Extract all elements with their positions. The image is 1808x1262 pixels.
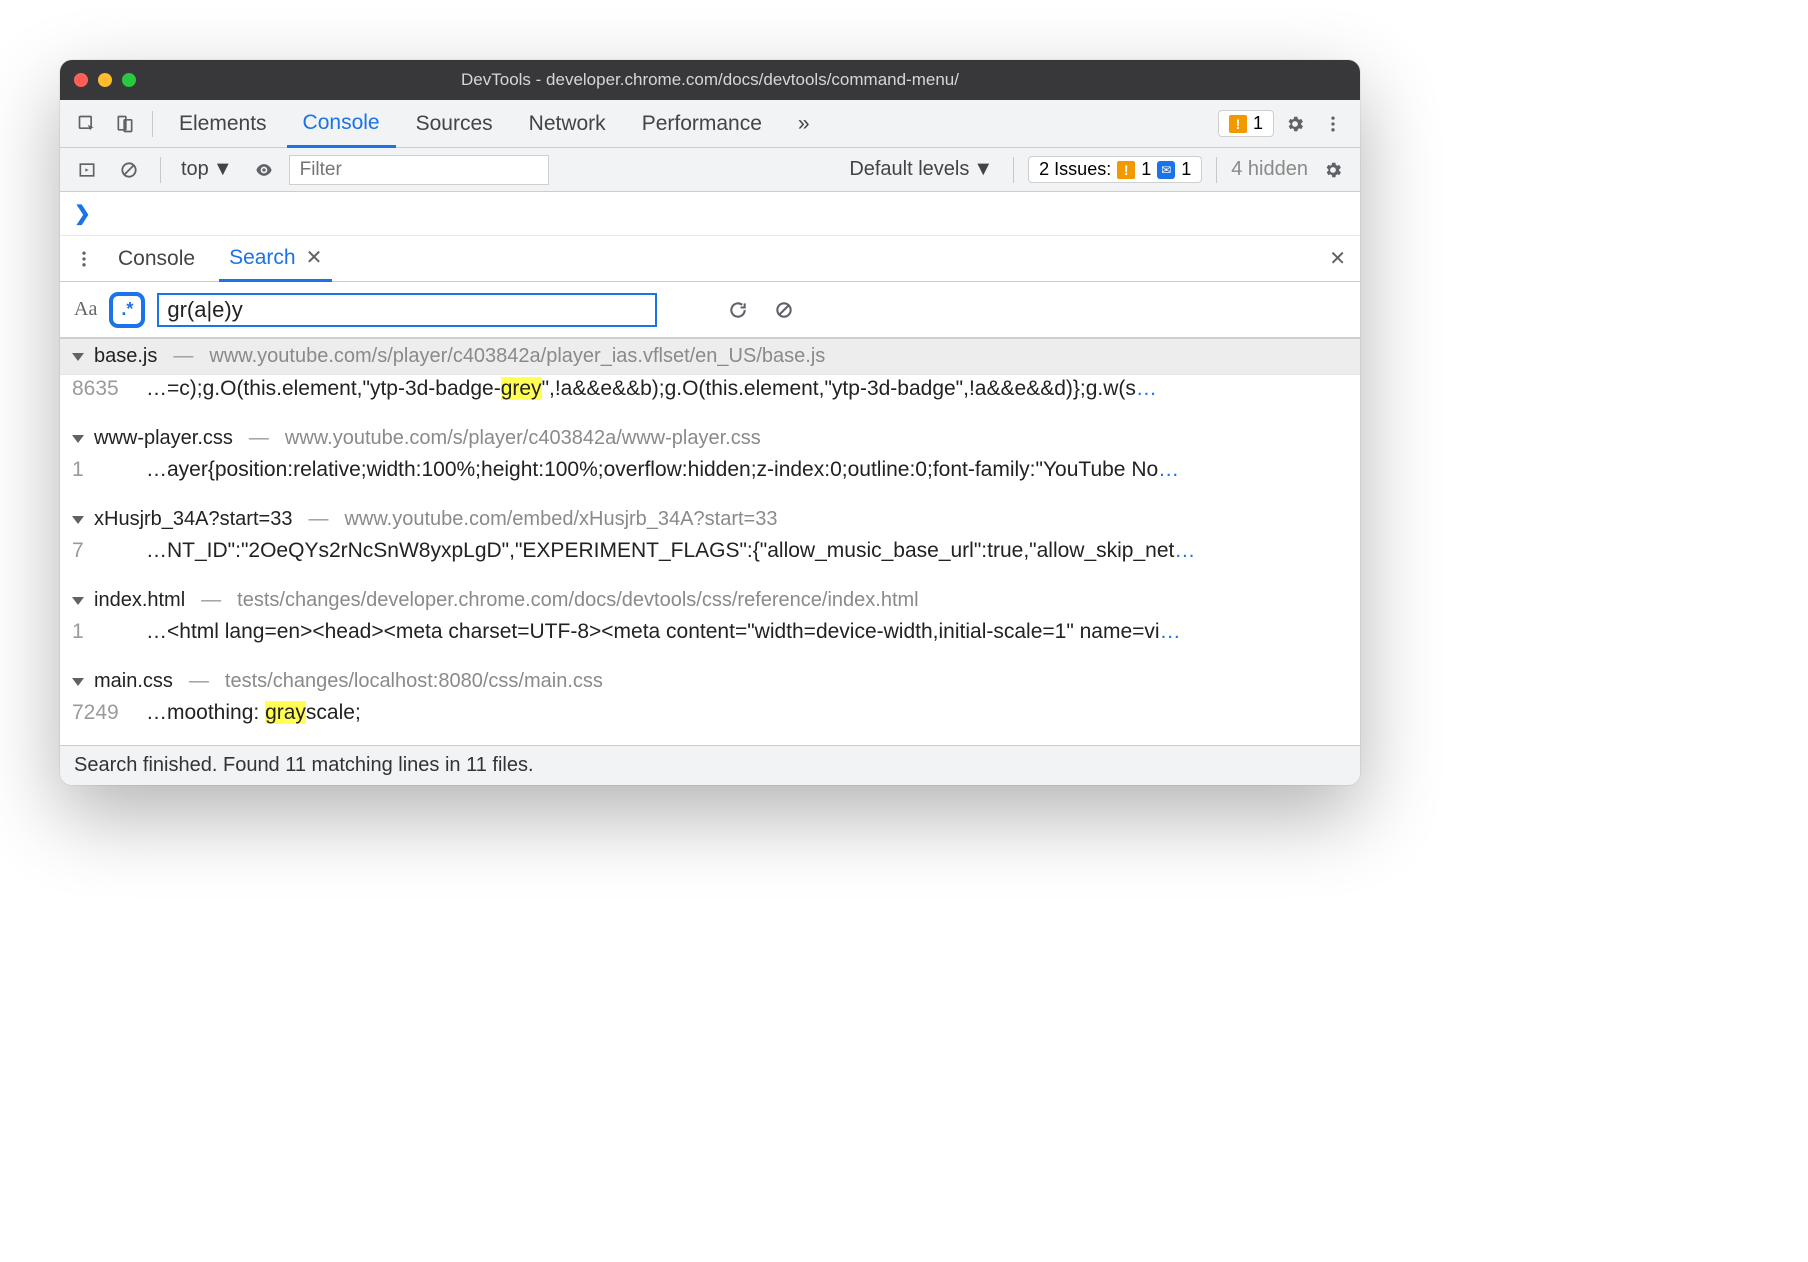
result-file-name: www-player.css [94, 427, 233, 450]
disclosure-triangle-icon[interactable] [72, 435, 84, 443]
tab-network[interactable]: Network [513, 100, 622, 147]
result-file-name: base.js [94, 345, 157, 368]
result-file-name: xHusjrb_34A?start=33 [94, 508, 292, 531]
match-snippet: …=c);g.O(this.element,"ytp-3d-badge-grey… [146, 377, 1157, 401]
info-icon: ✉ [1157, 161, 1175, 179]
issues-badge-count: 1 [1253, 113, 1263, 134]
inspect-icon[interactable] [70, 107, 104, 141]
result-match-row[interactable]: 8635 …=c);g.O(this.element,"ytp-3d-badge-… [60, 375, 1360, 421]
divider [1216, 157, 1217, 183]
result-match-row[interactable]: 7249 …moothing: grayscale; [60, 699, 1360, 745]
result-file-header[interactable]: xHusjrb_34A?start=33—www.youtube.com/emb… [60, 502, 1360, 537]
drawer-tab-console[interactable]: Console [108, 236, 205, 281]
console-settings-gear-icon[interactable] [1316, 153, 1350, 187]
clear-console-icon[interactable] [112, 153, 146, 187]
warning-icon: ! [1229, 115, 1247, 133]
drawer-kebab-icon[interactable] [74, 242, 94, 276]
traffic-zoom-icon[interactable] [122, 73, 136, 87]
match-case-toggle[interactable]: Aa [74, 298, 97, 321]
truncation-ellipsis: … [1136, 377, 1157, 400]
search-results: base.js—www.youtube.com/s/player/c403842… [60, 338, 1360, 745]
result-file-path: tests/changes/developer.chrome.com/docs/… [237, 589, 918, 612]
live-expression-icon[interactable] [247, 153, 281, 187]
result-file-header[interactable]: base.js—www.youtube.com/s/player/c403842… [60, 338, 1360, 375]
match-snippet: …moothing: grayscale; [146, 701, 361, 725]
tab-elements[interactable]: Elements [163, 100, 283, 147]
result-file-header[interactable]: main.css—tests/changes/localhost:8080/cs… [60, 664, 1360, 699]
tab-sources[interactable]: Sources [400, 100, 509, 147]
disclosure-triangle-icon[interactable] [72, 353, 84, 361]
truncation-ellipsis: … [1160, 620, 1181, 643]
result-file-name: index.html [94, 589, 185, 612]
traffic-lights [74, 73, 136, 87]
tab-performance[interactable]: Performance [626, 100, 778, 147]
issues-badge-top[interactable]: ! 1 [1218, 110, 1274, 137]
titlebar: DevTools - developer.chrome.com/docs/dev… [60, 60, 1360, 100]
result-file-path: www.youtube.com/s/player/c403842a/www-pl… [285, 427, 761, 450]
disclosure-triangle-icon[interactable] [72, 516, 84, 524]
window-title: DevTools - developer.chrome.com/docs/dev… [60, 70, 1360, 90]
caret-down-icon: ▼ [973, 158, 993, 181]
disclosure-triangle-icon[interactable] [72, 678, 84, 686]
tab-console[interactable]: Console [287, 101, 396, 148]
result-match-row[interactable]: 1 …<html lang=en><head><meta charset=UTF-… [60, 618, 1360, 664]
context-dropdown[interactable]: top ▼ [175, 158, 239, 181]
divider [152, 111, 153, 137]
kebab-menu-icon[interactable] [1316, 107, 1350, 141]
line-number: 7 [72, 539, 132, 563]
main-tabstrip: Elements Console Sources Network Perform… [60, 100, 1360, 148]
drawer-tab-search[interactable]: Search ✕ [219, 237, 332, 282]
clear-search-icon[interactable] [767, 293, 801, 327]
match-highlight: gray [265, 701, 306, 724]
caret-down-icon: ▼ [213, 158, 233, 181]
match-snippet: …<html lang=en><head><meta charset=UTF-8… [146, 620, 1181, 644]
disclosure-triangle-icon[interactable] [72, 597, 84, 605]
device-toolbar-icon[interactable] [108, 107, 142, 141]
warning-icon: ! [1117, 161, 1135, 179]
divider [160, 157, 161, 183]
line-number: 1 [72, 458, 132, 482]
refresh-icon[interactable] [721, 293, 755, 327]
result-file-path: www.youtube.com/embed/xHusjrb_34A?start=… [344, 508, 777, 531]
traffic-minimize-icon[interactable] [98, 73, 112, 87]
search-toolbar: Aa .* [60, 282, 1360, 338]
settings-gear-icon[interactable] [1278, 107, 1312, 141]
result-file-name: main.css [94, 670, 173, 693]
tabs-overflow[interactable]: » [782, 100, 826, 147]
line-number: 8635 [72, 377, 132, 401]
drawer-close-icon[interactable]: ✕ [1329, 246, 1346, 271]
match-snippet: …NT_ID":"2OeQYs2rNcSnW8yxpLgD","EXPERIME… [146, 539, 1195, 563]
console-prompt[interactable]: ❯ [60, 192, 1360, 236]
regex-toggle[interactable]: .* [109, 292, 145, 328]
close-tab-icon[interactable]: ✕ [306, 245, 323, 270]
hidden-count[interactable]: 4 hidden [1231, 158, 1308, 181]
truncation-ellipsis: … [1174, 539, 1195, 562]
result-file-path: www.youtube.com/s/player/c403842a/player… [209, 345, 825, 368]
traffic-close-icon[interactable] [74, 73, 88, 87]
result-match-row[interactable]: 1 …ayer{position:relative;width:100%;heig… [60, 456, 1360, 502]
result-file-path: tests/changes/localhost:8080/css/main.cs… [225, 670, 603, 693]
result-file-header[interactable]: www-player.css—www.youtube.com/s/player/… [60, 421, 1360, 456]
devtools-window: DevTools - developer.chrome.com/docs/dev… [60, 60, 1360, 785]
divider [1013, 157, 1014, 183]
line-number: 7249 [72, 701, 132, 725]
filter-input[interactable] [289, 155, 549, 185]
result-file-header[interactable]: index.html—tests/changes/developer.chrom… [60, 583, 1360, 618]
console-toolbar: top ▼ Default levels ▼ 2 Issues: ! 1 ✉ 1… [60, 148, 1360, 192]
search-input[interactable] [157, 293, 657, 327]
match-highlight: grey [501, 377, 542, 400]
line-number: 1 [72, 620, 132, 644]
toggle-sidebar-icon[interactable] [70, 153, 104, 187]
issues-summary[interactable]: 2 Issues: ! 1 ✉ 1 [1028, 156, 1202, 183]
match-snippet: …ayer{position:relative;width:100%;heigh… [146, 458, 1179, 482]
drawer-tabstrip: Console Search ✕ ✕ [60, 236, 1360, 282]
log-levels-dropdown[interactable]: Default levels ▼ [843, 158, 999, 181]
result-match-row[interactable]: 7 …NT_ID":"2OeQYs2rNcSnW8yxpLgD","EXPERIM… [60, 537, 1360, 583]
truncation-ellipsis: … [1158, 458, 1179, 481]
search-status: Search finished. Found 11 matching lines… [60, 745, 1360, 785]
